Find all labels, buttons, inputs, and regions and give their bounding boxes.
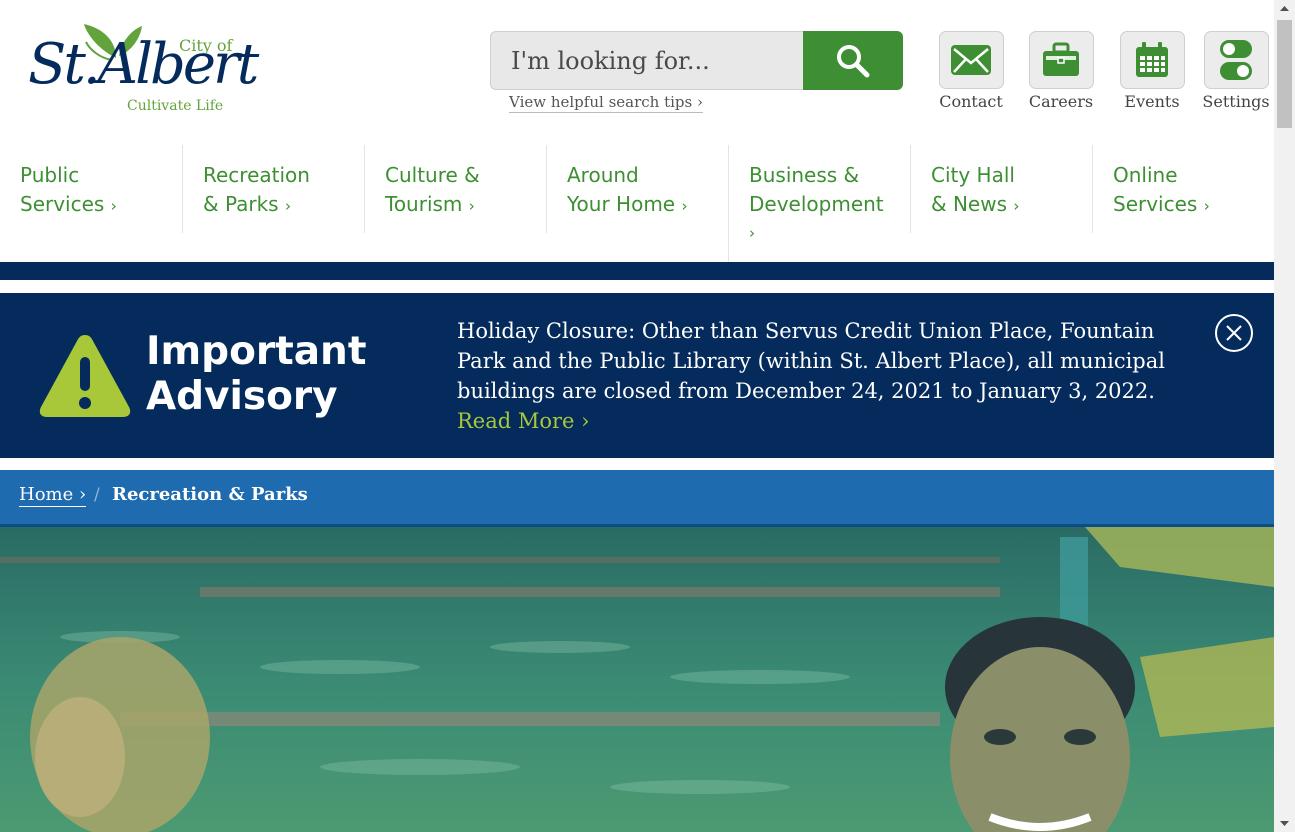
nav-label-line1: Recreation <box>203 163 310 187</box>
nav-culture-tourism[interactable]: Culture & Tourism › <box>364 145 546 233</box>
envelope-icon <box>951 45 991 75</box>
nav-label-line2: & News <box>931 192 1007 216</box>
nav-public-services[interactable]: Public Services › <box>0 145 182 233</box>
chevron-right-icon: › <box>681 197 688 215</box>
nav-label-line2: Services <box>1113 192 1198 216</box>
contact-label: Contact <box>939 92 1003 111</box>
logo-name: St.Albert <box>28 32 259 97</box>
settings-label: Settings <box>1202 92 1270 111</box>
nav-label-line2: Development <box>749 192 884 216</box>
nav-city-hall-news[interactable]: City Hall & News › <box>910 145 1092 233</box>
nav-recreation-parks[interactable]: Recreation & Parks › <box>182 145 364 233</box>
nav-divider-bar <box>0 262 1274 280</box>
search-icon <box>837 44 870 77</box>
scroll-down-arrow-icon[interactable] <box>1274 815 1295 832</box>
events-tile[interactable] <box>1119 31 1185 89</box>
breadcrumb-separator: / <box>94 485 100 505</box>
breadcrumb: Home › / Recreation & Parks <box>0 470 1274 527</box>
city-logo[interactable]: City of St.Albert Cultivate Life <box>24 18 269 118</box>
search-button[interactable] <box>803 31 903 90</box>
nav-label-line2: Services <box>20 192 105 216</box>
nav-online-services[interactable]: Online Services › <box>1092 145 1274 233</box>
careers-label: Careers <box>1028 92 1094 111</box>
nav-label-line1: Around <box>567 163 639 187</box>
advisory-title-line2: Advisory <box>146 374 338 419</box>
events-link[interactable]: Events <box>1112 31 1192 111</box>
nav-label-line1: Public <box>20 163 80 187</box>
close-icon <box>1226 325 1242 341</box>
careers-tile[interactable] <box>1028 31 1094 89</box>
events-label: Events <box>1124 92 1180 111</box>
site-header: City of St.Albert Cultivate Life View he… <box>0 0 1274 145</box>
toggle-icon <box>1220 40 1252 80</box>
nav-label-line1: Online <box>1113 163 1178 187</box>
logo-tagline: Cultivate Life <box>127 98 224 114</box>
briefcase-icon <box>1043 42 1079 76</box>
nav-label-line1: City Hall <box>931 163 1015 187</box>
search-tips-link[interactable]: View helpful search tips › <box>509 93 703 113</box>
advisory-read-more-link[interactable]: Read More › <box>457 406 590 436</box>
nav-around-your-home[interactable]: Around Your Home › <box>546 145 728 233</box>
scroll-up-arrow-icon[interactable] <box>1274 0 1295 17</box>
warning-icon <box>39 335 131 417</box>
chevron-right-icon: › <box>1013 197 1020 215</box>
chevron-right-icon: › <box>749 224 755 242</box>
breadcrumb-home-link[interactable]: Home › <box>19 484 87 507</box>
chevron-right-icon: › <box>110 197 117 215</box>
calendar-icon <box>1136 42 1168 77</box>
contact-link[interactable]: Contact <box>931 31 1011 111</box>
settings-link[interactable]: Settings <box>1196 31 1276 111</box>
main-navigation: Public Services › Recreation & Parks › C… <box>0 145 1274 262</box>
contact-tile[interactable] <box>938 31 1004 89</box>
nav-label-line2: & Parks <box>203 192 279 216</box>
hero-photo <box>0 527 1274 832</box>
careers-link[interactable]: Careers <box>1021 31 1101 111</box>
nav-business-development[interactable]: Business & Development › <box>728 145 910 262</box>
chevron-right-icon: › <box>468 197 475 215</box>
chevron-right-icon: › <box>284 197 291 215</box>
settings-tile[interactable] <box>1203 31 1269 89</box>
breadcrumb-current: Recreation & Parks <box>112 484 308 505</box>
nav-label-line1: Culture & <box>385 163 480 187</box>
advisory-close-button[interactable] <box>1215 314 1253 352</box>
search-input[interactable] <box>490 31 804 90</box>
page-scrollbar[interactable] <box>1274 0 1295 832</box>
nav-label-line2: Tourism <box>385 192 463 216</box>
advisory-title-line1: Important <box>146 329 367 374</box>
chevron-right-icon: › <box>1203 197 1210 215</box>
hero-image-swimmers <box>0 527 1274 832</box>
nav-label-line2: Your Home <box>567 192 676 216</box>
scrollbar-thumb[interactable] <box>1277 20 1292 128</box>
advisory-message: Holiday Closure: Other than Servus Credi… <box>457 319 1165 403</box>
advisory-title: Important Advisory <box>146 329 366 419</box>
nav-label-line1: Business & <box>749 163 860 187</box>
